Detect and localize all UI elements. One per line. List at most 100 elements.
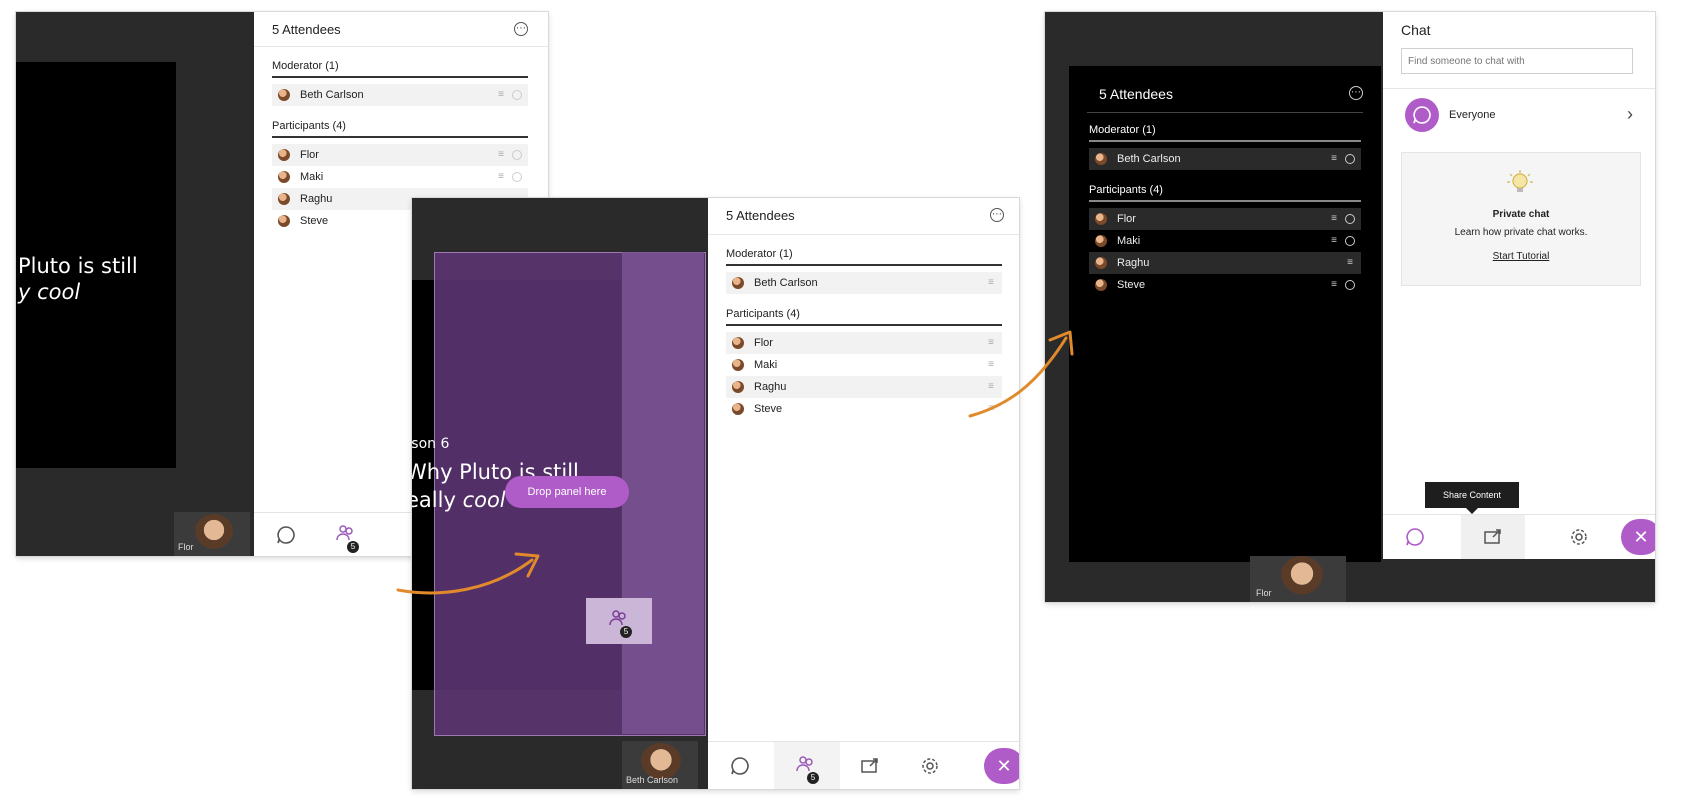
attendee-row[interactable]: Beth Carlson ≡ (726, 272, 1002, 294)
attendee-row[interactable]: Raghu ≡ (726, 376, 1002, 398)
more-options-icon[interactable]: ⋯ (990, 208, 1004, 222)
start-tutorial-link[interactable]: Start Tutorial (1402, 251, 1640, 262)
avatar (732, 359, 744, 371)
more-options-icon[interactable] (1345, 214, 1355, 224)
attendees-tab-active[interactable]: 5 (774, 742, 840, 789)
drag-handle-icon[interactable]: ≡ (496, 150, 506, 160)
attendee-row[interactable]: Flor ≡ (726, 332, 1002, 354)
drop-panel-label: Drop panel here (505, 476, 629, 508)
share-content-tab[interactable] (1461, 515, 1525, 559)
divider (1383, 88, 1655, 89)
chat-icon[interactable] (276, 525, 296, 545)
private-chat-desc: Learn how private chat works. (1454, 227, 1588, 238)
divider (708, 234, 1019, 235)
share-content-tooltip: Share Content (1425, 482, 1519, 508)
drag-handle-icon[interactable]: ≡ (1345, 258, 1355, 268)
panel-title: 5 Attendees (726, 208, 795, 223)
more-options-icon[interactable] (512, 172, 522, 182)
attendee-count-badge: 5 (620, 626, 632, 638)
divider (254, 46, 548, 47)
avatar (1095, 279, 1107, 291)
close-icon[interactable]: ✕ (1621, 519, 1655, 555)
drag-handle-icon[interactable]: ≡ (986, 278, 996, 288)
attendee-name: Beth Carlson (300, 89, 364, 101)
moderator-header: Moderator (1) (1089, 124, 1361, 142)
everyone-chat-row[interactable]: Everyone › (1401, 98, 1641, 134)
camera-name: Flor (178, 542, 194, 552)
attendee-row[interactable]: Maki ≡ (726, 354, 1002, 376)
more-options-icon[interactable] (1345, 154, 1355, 164)
chat-search-input[interactable] (1401, 48, 1633, 74)
avatar (732, 337, 744, 349)
curved-arrow-icon (968, 330, 1074, 418)
camera-tile[interactable]: Beth Carlson (622, 741, 698, 789)
more-options-icon[interactable]: ⋯ (514, 22, 528, 36)
more-options-icon[interactable] (1345, 236, 1355, 246)
attendee-name: Beth Carlson (1117, 153, 1181, 165)
attendee-row[interactable]: Raghu ≡ (1089, 252, 1361, 274)
chat-icon[interactable] (730, 756, 750, 776)
avatar (278, 215, 290, 227)
close-icon[interactable]: ✕ (984, 748, 1019, 784)
attendee-row[interactable]: Beth Carlson ≡ (1089, 148, 1361, 170)
avatar (1095, 213, 1107, 225)
dragged-attendees-tile[interactable]: 5 (586, 598, 652, 644)
avatar (732, 277, 744, 289)
avatar (732, 381, 744, 393)
drag-handle-icon[interactable]: ≡ (496, 90, 506, 100)
camera-name: Beth Carlson (626, 775, 679, 785)
drop-zone-inner (622, 252, 704, 734)
attendee-row[interactable]: Steve ≡ (1089, 274, 1361, 296)
drag-handle-icon[interactable]: ≡ (1329, 280, 1339, 290)
attendee-row[interactable]: Maki ≡ (272, 166, 528, 188)
attendee-row[interactable]: Flor ≡ (272, 144, 528, 166)
share-content-icon (1483, 527, 1503, 547)
attendees-panel: 5 Attendees ⋯ Moderator (1) Beth Carlson… (708, 198, 1019, 741)
settings-icon[interactable] (920, 756, 940, 776)
private-chat-title: Private chat (1492, 209, 1550, 220)
slide-title-line1: Pluto is still (18, 254, 138, 278)
attendees-icon[interactable] (336, 523, 356, 543)
attendee-count-badge: 5 (807, 772, 819, 784)
attendee-row[interactable]: Steve ≡ (726, 398, 1002, 420)
attendee-name: Flor (1117, 213, 1136, 225)
share-content-icon[interactable] (860, 756, 880, 776)
attendee-row[interactable]: Flor ≡ (1089, 208, 1361, 230)
drag-handle-icon[interactable]: ≡ (1329, 214, 1339, 224)
attendee-name: Raghu (1117, 257, 1150, 269)
settings-icon[interactable] (1569, 527, 1589, 547)
panel-title: 5 Attendees (1099, 86, 1173, 102)
avatar (278, 193, 290, 205)
camera-tile[interactable]: Flor (1250, 556, 1346, 602)
chat-icon (1413, 106, 1431, 124)
participants-header: Participants (4) (726, 308, 1002, 326)
more-options-icon[interactable] (512, 90, 522, 100)
camera-tile[interactable]: Flor (174, 512, 250, 556)
attendee-row[interactable]: Maki ≡ (1089, 230, 1361, 252)
chat-title: Chat (1401, 22, 1431, 38)
divider (1087, 112, 1363, 113)
camera-face (1280, 556, 1324, 600)
private-chat-card: Private chat Learn how private chat work… (1401, 152, 1641, 286)
attendee-name: Maki (300, 171, 324, 183)
attendee-name: Beth Carlson (754, 277, 818, 289)
more-options-icon[interactable] (1345, 280, 1355, 290)
more-options-icon[interactable]: ⋯ (1349, 86, 1363, 100)
camera-face (194, 514, 234, 554)
chat-panel: Chat Everyone › Private chat Learn how p… (1383, 12, 1655, 556)
attendee-name: Raghu (754, 381, 787, 393)
panel-toolbar: ✕ (1383, 514, 1655, 559)
attendee-count-badge: 5 (347, 541, 359, 553)
more-options-icon[interactable] (512, 150, 522, 160)
avatar (1095, 235, 1107, 247)
drag-handle-icon[interactable]: ≡ (496, 172, 506, 182)
moderator-header: Moderator (1) (726, 248, 1002, 266)
chevron-right-icon: › (1627, 104, 1633, 124)
avatar (278, 171, 290, 183)
panel-toolbar: 5 ✕ (708, 741, 1019, 789)
drag-handle-icon[interactable]: ≡ (1329, 236, 1339, 246)
attendee-name: Flor (754, 337, 773, 349)
drag-handle-icon[interactable]: ≡ (1329, 154, 1339, 164)
attendee-row[interactable]: Beth Carlson ≡ (272, 84, 528, 106)
chat-icon[interactable] (1405, 527, 1425, 547)
